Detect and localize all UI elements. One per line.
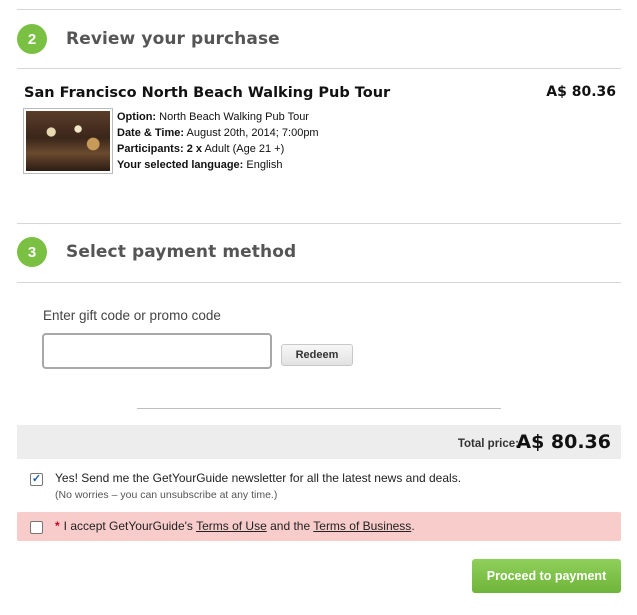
review-section-title: Review your purchase (66, 29, 280, 49)
total-price-value: A$ 80.36 (516, 431, 611, 453)
tour-thumbnail[interactable] (23, 108, 113, 174)
payment-top-divider (17, 223, 621, 224)
tour-details: Option: North Beach Walking Pub Tour Dat… (117, 109, 319, 173)
detail-language: Your selected language: English (117, 159, 283, 171)
top-divider (17, 9, 621, 10)
terms-text: * I accept GetYourGuide's Terms of Use an… (55, 519, 415, 533)
review-divider (17, 68, 621, 69)
promo-code-label: Enter gift code or promo code (43, 308, 221, 323)
step-3-badge: 3 (17, 237, 47, 267)
required-marker: * (55, 519, 60, 533)
detail-option: Option: North Beach Walking Pub Tour (117, 111, 309, 123)
newsletter-checkbox[interactable]: ✓ (30, 473, 43, 486)
step-2-badge: 2 (17, 24, 47, 54)
payment-section-title: Select payment method (66, 242, 297, 262)
proceed-to-payment-button[interactable]: Proceed to payment (472, 559, 621, 593)
checkmark-icon: ✓ (31, 473, 42, 485)
payment-divider (17, 282, 621, 283)
redeem-button[interactable]: Redeem (281, 344, 353, 366)
terms-of-use-link[interactable]: Terms of Use (196, 519, 267, 533)
terms-of-business-link[interactable]: Terms of Business (313, 519, 411, 533)
total-price-label: Total price: (457, 438, 519, 450)
detail-participants: Participants: 2 x Adult (Age 21 +) (117, 143, 285, 155)
terms-checkbox[interactable] (30, 521, 43, 534)
detail-date-time: Date & Time: August 20th, 2014; 7:00pm (117, 127, 319, 139)
tour-photo-icon (26, 111, 110, 171)
newsletter-text: Yes! Send me the GetYourGuide newsletter… (55, 471, 462, 485)
payment-separator (137, 408, 501, 409)
tour-title[interactable]: San Francisco North Beach Walking Pub To… (24, 85, 390, 101)
tour-price: A$ 80.36 (546, 84, 616, 100)
promo-code-input[interactable] (42, 333, 272, 369)
newsletter-subtext: (No worries – you can unsubscribe at any… (55, 489, 278, 501)
